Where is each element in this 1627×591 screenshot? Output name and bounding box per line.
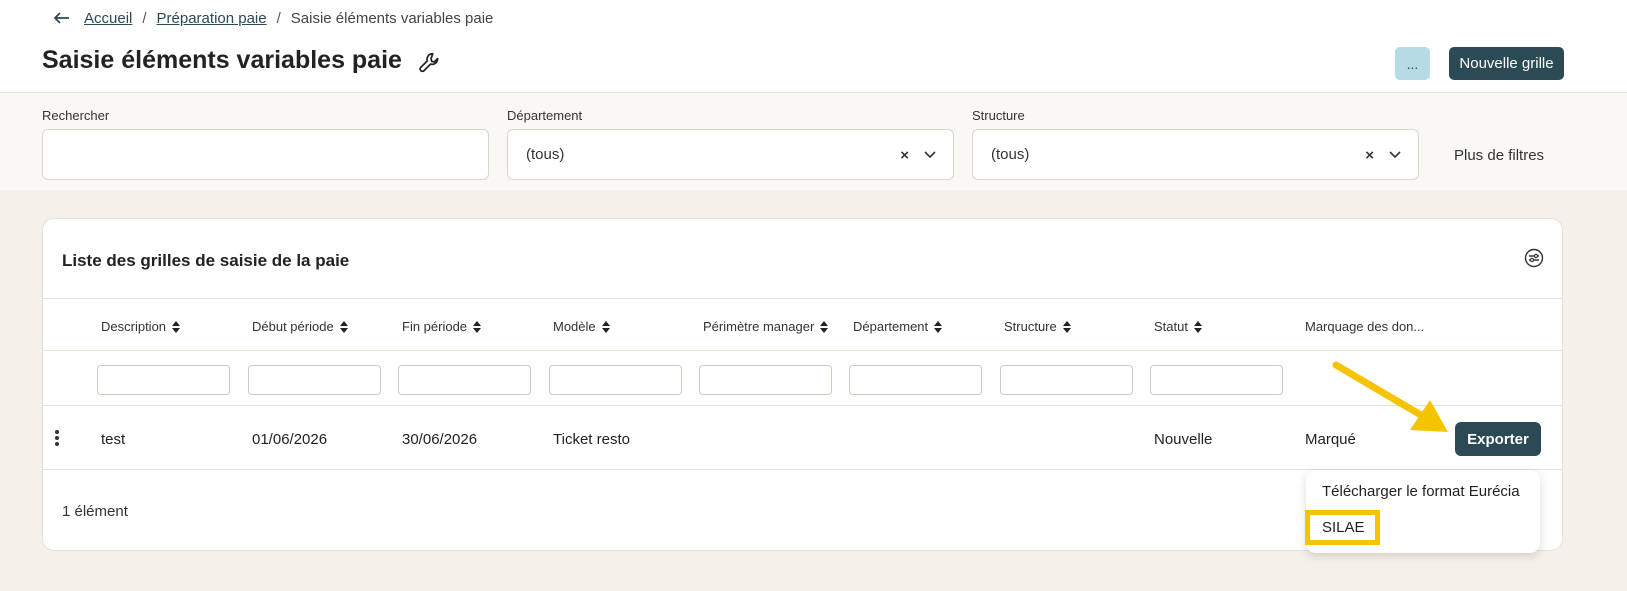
cell-end-date: 30/06/2026 (402, 431, 478, 448)
column-filter-input[interactable] (700, 366, 831, 394)
column-header-model[interactable]: Modèle (553, 319, 610, 334)
structure-select-value: (tous) (991, 146, 1030, 163)
sort-icon (934, 320, 943, 333)
cell-status: Nouvelle (1154, 431, 1213, 448)
column-filter-input[interactable] (850, 366, 981, 394)
sort-icon (1193, 320, 1202, 333)
column-filter-department[interactable] (849, 365, 982, 395)
column-filter-input[interactable] (1001, 366, 1132, 394)
column-settings-icon[interactable] (1524, 248, 1544, 268)
item-count: 1 élément (62, 503, 128, 520)
department-select-value: (tous) (526, 146, 565, 163)
clear-icon[interactable]: × (900, 147, 909, 164)
column-filter-input[interactable] (249, 366, 380, 394)
column-filter-input[interactable] (98, 366, 229, 394)
clear-icon[interactable]: × (1365, 147, 1374, 164)
column-filter-input[interactable] (399, 366, 530, 394)
search-field-box (42, 129, 489, 180)
card-title: Liste des grilles de saisie de la paie (62, 251, 350, 270)
menu-item-download-eurecia[interactable]: Télécharger le format Eurécia (1322, 483, 1520, 500)
cell-description: test (101, 431, 126, 448)
column-header-description[interactable]: Description (101, 319, 181, 334)
breadcrumb: Accueil / Préparation paie / Saisie élém… (52, 8, 493, 28)
sort-icon (473, 320, 482, 333)
structure-select[interactable]: (tous) × (972, 129, 1419, 180)
new-grid-button[interactable]: Nouvelle grille (1449, 47, 1564, 80)
sort-icon (601, 320, 610, 333)
column-filter-status[interactable] (1150, 365, 1283, 395)
back-arrow-icon[interactable] (52, 8, 72, 28)
page-title: Saisie éléments variables paie (42, 46, 402, 74)
breadcrumb-parent-link[interactable]: Préparation paie (157, 10, 267, 27)
cell-start-date: 01/06/2026 (252, 431, 328, 448)
column-header-end-date[interactable]: Fin période (402, 319, 482, 334)
sort-icon (339, 320, 348, 333)
divider (43, 298, 1562, 299)
breadcrumb-home-link[interactable]: Accueil (84, 10, 132, 27)
row-menu-icon[interactable] (53, 428, 61, 448)
breadcrumb-separator: / (276, 9, 281, 27)
column-filter-model[interactable] (549, 365, 682, 395)
filter-bar: Rechercher Département (tous) × Structur… (0, 93, 1627, 190)
sort-icon (172, 320, 181, 333)
column-filter-manager-scope[interactable] (699, 365, 832, 395)
cell-model: Ticket resto (553, 431, 630, 448)
sort-icon (1062, 320, 1071, 333)
annotation-arrow-icon (1332, 361, 1448, 432)
column-header-data-marking[interactable]: Marquage des don... (1305, 319, 1424, 334)
chevron-down-icon[interactable] (1388, 147, 1402, 161)
column-header-structure[interactable]: Structure (1004, 319, 1071, 334)
column-filter-structure[interactable] (1000, 365, 1133, 395)
column-filter-input[interactable] (550, 366, 681, 394)
export-button[interactable]: Exporter (1455, 422, 1541, 456)
breadcrumb-separator: / (142, 9, 147, 27)
chevron-down-icon[interactable] (923, 147, 937, 161)
divider (43, 350, 1562, 351)
search-label: Rechercher (42, 108, 110, 123)
more-filters-link[interactable]: Plus de filtres (1454, 147, 1544, 164)
top-bar: Accueil / Préparation paie / Saisie élém… (0, 0, 1627, 93)
wrench-icon[interactable] (417, 50, 443, 76)
column-filter-end-date[interactable] (398, 365, 531, 395)
department-label: Département (507, 108, 583, 123)
column-header-manager-scope[interactable]: Périmètre manager (703, 319, 829, 334)
silae-highlight-box (1305, 510, 1380, 545)
search-input[interactable] (43, 130, 488, 179)
column-filter-input[interactable] (1151, 366, 1282, 394)
sort-icon (820, 320, 829, 333)
column-header-start-date[interactable]: Début période (252, 319, 348, 334)
column-header-status[interactable]: Statut (1154, 319, 1202, 334)
column-filter-start-date[interactable] (248, 365, 381, 395)
more-actions-button[interactable]: ... (1395, 47, 1430, 80)
column-filter-description[interactable] (97, 365, 230, 395)
structure-label: Structure (972, 108, 1025, 123)
breadcrumb-current: Saisie éléments variables paie (290, 9, 494, 27)
department-select[interactable]: (tous) × (507, 129, 954, 180)
column-header-department[interactable]: Département (853, 319, 943, 334)
